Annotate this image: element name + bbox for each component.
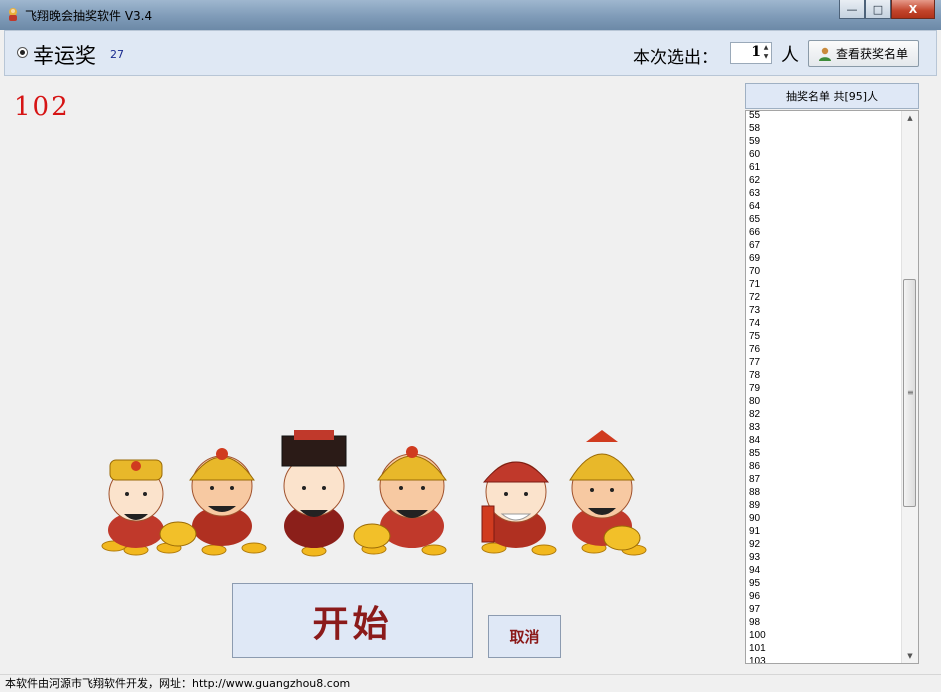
list-item[interactable]: 63 — [749, 187, 899, 200]
gods-of-wealth-illustration — [101, 430, 647, 557]
list-item[interactable]: 69 — [749, 252, 899, 265]
list-item[interactable]: 93 — [749, 551, 899, 564]
stepper-arrows[interactable]: ▲ ▼ — [761, 43, 771, 63]
list-item[interactable]: 103 — [749, 655, 899, 663]
list-item[interactable]: 76 — [749, 343, 899, 356]
list-item[interactable]: 97 — [749, 603, 899, 616]
current-number-display: 102 — [14, 92, 70, 122]
list-item[interactable]: 85 — [749, 447, 899, 460]
view-winners-label: 查看获奖名单 — [836, 47, 909, 61]
scroll-thumb[interactable]: ≡ — [903, 278, 916, 507]
list-item[interactable]: 66 — [749, 226, 899, 239]
list-item[interactable]: 86 — [749, 460, 899, 473]
list-item[interactable]: 77 — [749, 356, 899, 369]
scroll-up-icon[interactable]: ▲ — [902, 111, 918, 125]
minimize-button[interactable]: — — [839, 0, 865, 19]
list-item[interactable]: 65 — [749, 213, 899, 226]
list-item[interactable]: 91 — [749, 525, 899, 538]
list-item[interactable]: 80 — [749, 395, 899, 408]
list-item[interactable]: 94 — [749, 564, 899, 577]
list-item[interactable]: 64 — [749, 200, 899, 213]
list-item[interactable]: 79 — [749, 382, 899, 395]
window-title: 飞翔晚会抽奖软件 V3.4 — [25, 9, 153, 23]
list-item[interactable]: 71 — [749, 278, 899, 291]
person-icon — [819, 47, 831, 61]
list-item[interactable]: 58 — [749, 122, 899, 135]
list-item[interactable]: 101 — [749, 642, 899, 655]
stepper-down-icon[interactable]: ▼ — [761, 52, 771, 61]
list-item[interactable]: 73 — [749, 304, 899, 317]
list-item[interactable]: 59 — [749, 135, 899, 148]
status-bar: 本软件由河源市飞翔软件开发，网址：http://www.guangzhou8.c… — [0, 674, 941, 691]
select-count-value[interactable]: 1 — [735, 44, 761, 60]
list-item[interactable]: 92 — [749, 538, 899, 551]
prize-count: 27 — [110, 48, 124, 61]
grip-icon: ≡ — [907, 387, 914, 397]
title-bar[interactable]: 飞翔晚会抽奖软件 V3.4 — □ X — [0, 0, 941, 30]
select-count-stepper[interactable]: 1 ▲ ▼ — [730, 42, 772, 64]
start-button[interactable]: 开始 — [232, 583, 473, 658]
view-winners-button[interactable]: 查看获奖名单 — [808, 40, 919, 67]
maximize-button[interactable]: □ — [865, 0, 891, 19]
list-item[interactable]: 98 — [749, 616, 899, 629]
person-unit-label: 人 — [781, 45, 799, 66]
draw-stage: 102 开始 取消 — [4, 78, 740, 674]
list-item[interactable]: 83 — [749, 421, 899, 434]
list-item[interactable]: 60 — [749, 148, 899, 161]
list-item[interactable]: 88 — [749, 486, 899, 499]
list-item[interactable]: 74 — [749, 317, 899, 330]
participant-list-header[interactable]: 抽奖名单 共[95]人 — [745, 83, 919, 109]
list-item[interactable]: 78 — [749, 369, 899, 382]
stepper-up-icon[interactable]: ▲ — [761, 43, 771, 52]
list-item[interactable]: 82 — [749, 408, 899, 421]
list-item[interactable]: 70 — [749, 265, 899, 278]
list-item[interactable]: 100 — [749, 629, 899, 642]
app-icon — [9, 8, 17, 21]
prize-radio[interactable] — [17, 47, 28, 58]
participant-list-items: 55 58 59 60 61 62 63 64 65 66 67 69 70 71 72 73 74 75 76 77… — [749, 111, 899, 663]
list-item[interactable]: 67 — [749, 239, 899, 252]
list-item[interactable]: 96 — [749, 590, 899, 603]
list-item[interactable]: 75 — [749, 330, 899, 343]
prize-header: 幸运奖 27 本次选出： 1 ▲ ▼ 人 查看获奖名单 — [4, 30, 937, 76]
list-item[interactable]: 72 — [749, 291, 899, 304]
scroll-down-icon[interactable]: ▼ — [902, 649, 918, 663]
list-item[interactable]: 61 — [749, 161, 899, 174]
list-item[interactable]: 62 — [749, 174, 899, 187]
window-controls: — □ X — [839, 0, 935, 20]
list-item[interactable]: 89 — [749, 499, 899, 512]
list-item[interactable]: 87 — [749, 473, 899, 486]
list-item[interactable]: 90 — [749, 512, 899, 525]
participant-list[interactable]: 55 58 59 60 61 62 63 64 65 66 67 69 70 71 72 73 74 75 76 77… — [745, 110, 919, 664]
list-item[interactable]: 84 — [749, 434, 899, 447]
close-button[interactable]: X — [891, 0, 935, 19]
select-count-label: 本次选出： — [633, 48, 718, 68]
list-item[interactable]: 95 — [749, 577, 899, 590]
list-scrollbar[interactable]: ▲ ≡ ▼ — [901, 111, 918, 663]
list-item[interactable]: 55 — [749, 111, 899, 122]
cancel-button[interactable]: 取消 — [488, 615, 561, 658]
prize-name: 幸运奖 — [33, 44, 96, 68]
